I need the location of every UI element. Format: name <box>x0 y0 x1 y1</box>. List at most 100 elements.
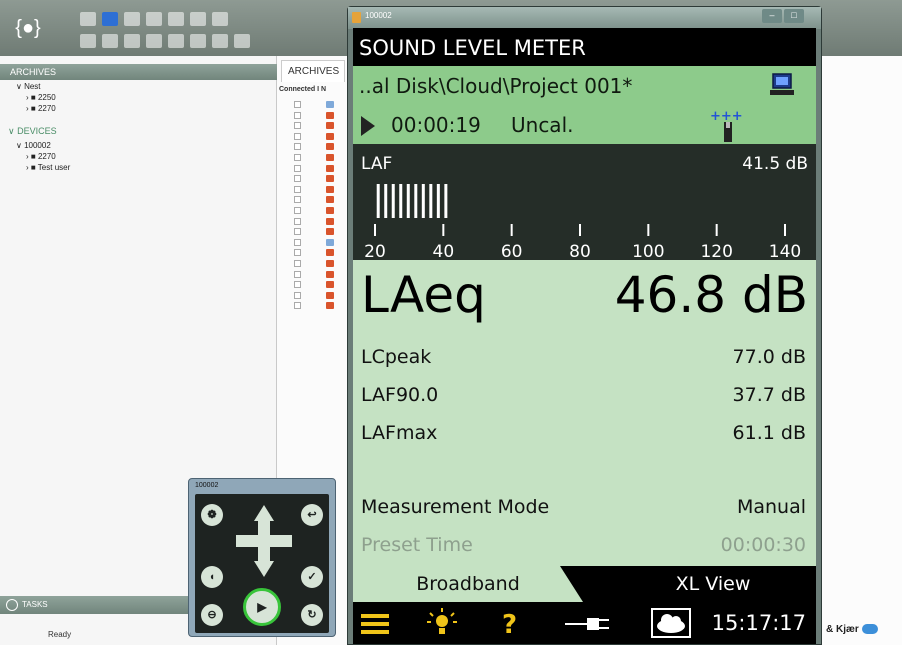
toolbar-button[interactable] <box>190 12 206 26</box>
toolbar-button[interactable] <box>212 34 228 48</box>
row-checkbox[interactable] <box>294 207 301 214</box>
row-checkbox[interactable] <box>294 185 301 193</box>
toolbar-button[interactable] <box>80 12 96 26</box>
fan-key-icon[interactable]: ❁ <box>201 504 223 526</box>
column-i[interactable]: I <box>317 86 319 93</box>
table-row[interactable] <box>294 301 344 311</box>
menu-icon[interactable] <box>359 608 391 638</box>
table-row[interactable] <box>294 291 344 301</box>
row-checkbox[interactable] <box>294 175 301 183</box>
main-parameter: LAeq <box>361 266 486 324</box>
power-plug-icon[interactable] <box>565 608 611 638</box>
measurement-param: LAFmax <box>361 422 438 444</box>
table-row[interactable] <box>294 121 344 131</box>
sound-level-meter-window: 100002 – □ SOUND LEVEL METER ..al Disk\C… <box>347 6 822 645</box>
help-button[interactable] <box>124 12 140 26</box>
measurement-row-laf90[interactable]: LAF90.0 37.7 dB <box>353 384 816 416</box>
row-checkbox[interactable] <box>294 260 301 267</box>
lock-key-icon[interactable]: ◖ <box>201 566 223 588</box>
tree-item-test-user[interactable]: › ■ Test user <box>26 163 70 172</box>
project-path-row[interactable]: ..al Disk\Cloud\Project 001* <box>353 66 816 106</box>
tree-item-label: 2270 <box>37 152 56 161</box>
toolbar-button[interactable] <box>80 34 96 48</box>
tree-item-2270[interactable]: › ■ 2270 <box>26 104 56 113</box>
minimize-button[interactable]: – <box>762 9 782 23</box>
column-n[interactable]: N <box>321 86 326 93</box>
scale-tick <box>647 224 650 236</box>
scale-tick <box>579 224 581 236</box>
row-checkbox[interactable] <box>294 228 301 236</box>
navigation-pad-icon[interactable] <box>236 505 292 577</box>
row-checkbox[interactable] <box>294 196 301 204</box>
toolbar-button[interactable] <box>124 34 140 48</box>
row-checkbox[interactable] <box>294 302 301 310</box>
row-checkbox[interactable] <box>294 154 301 161</box>
table-row[interactable] <box>294 227 344 237</box>
table-row[interactable] <box>294 153 344 163</box>
row-checkbox[interactable] <box>294 143 301 151</box>
cloud-icon[interactable] <box>651 608 691 638</box>
row-checkbox[interactable] <box>294 291 301 299</box>
row-checkbox[interactable] <box>294 164 301 172</box>
toolbar-button[interactable] <box>212 12 228 26</box>
row-checkbox[interactable] <box>294 111 301 119</box>
project-icon <box>326 111 334 119</box>
info-button[interactable] <box>102 12 118 26</box>
row-checkbox[interactable] <box>294 281 301 289</box>
tab-broadband[interactable]: Broadband <box>353 566 583 602</box>
table-row[interactable] <box>294 280 344 290</box>
column-connected[interactable]: Connected <box>279 86 315 93</box>
row-checkbox[interactable] <box>294 249 301 257</box>
tree-item-2250[interactable]: › ■ 2250 <box>26 93 56 102</box>
back-key-icon[interactable]: ↩ <box>301 504 323 526</box>
main-measurement-row[interactable]: LAeq 46.8 dB <box>353 264 816 336</box>
reset-key-icon[interactable]: ↻ <box>301 604 323 626</box>
toolbar-button[interactable] <box>234 34 250 48</box>
measurement-mode-row[interactable]: Measurement Mode Manual <box>353 496 816 528</box>
row-checkbox[interactable] <box>294 122 301 130</box>
table-row[interactable] <box>294 270 344 280</box>
devices-section-header[interactable]: ∨ DEVICES <box>8 126 57 137</box>
tree-item-device[interactable]: ∨ 100002 <box>16 141 51 150</box>
maximize-button[interactable]: □ <box>784 9 804 23</box>
table-row[interactable] <box>294 174 344 184</box>
view-tabs: Broadband XL View <box>353 566 816 602</box>
table-row[interactable] <box>294 206 344 216</box>
row-checkbox[interactable] <box>294 101 301 108</box>
toolbar-button[interactable] <box>146 34 162 48</box>
accept-key-icon[interactable]: ✓ <box>301 566 323 588</box>
table-row[interactable] <box>294 238 344 248</box>
table-row[interactable] <box>294 259 344 269</box>
pause-key-icon[interactable]: ⊖ <box>201 604 223 626</box>
measurement-row-lcpeak[interactable]: LCpeak 77.0 dB <box>353 346 816 378</box>
archives-section-header[interactable]: ARCHIVES <box>0 64 277 80</box>
measurement-row-lafmax[interactable]: LAFmax 61.1 dB <box>353 422 816 454</box>
toolbar-button[interactable] <box>102 34 118 48</box>
row-checkbox[interactable] <box>294 238 301 246</box>
table-row[interactable] <box>294 195 344 205</box>
backlight-icon[interactable] <box>425 608 459 638</box>
row-checkbox[interactable] <box>294 132 301 140</box>
toolbar-button[interactable] <box>146 12 162 26</box>
row-checkbox[interactable] <box>294 270 301 278</box>
start-pause-key-icon[interactable]: ▶ <box>243 588 281 626</box>
table-row[interactable] <box>294 185 344 195</box>
tab-xl-view[interactable]: XL View <box>613 566 813 602</box>
tree-item-nest[interactable]: ∨ Nest <box>16 82 41 91</box>
help-icon[interactable]: ? <box>499 608 523 638</box>
toolbar-button[interactable] <box>168 12 184 26</box>
table-row[interactable] <box>294 248 344 258</box>
table-row[interactable] <box>294 100 344 110</box>
table-row[interactable] <box>294 217 344 227</box>
table-row[interactable] <box>294 132 344 142</box>
svg-text:+++: +++ <box>710 109 743 124</box>
table-row[interactable] <box>294 142 344 152</box>
row-checkbox[interactable] <box>294 217 301 225</box>
table-row[interactable] <box>294 164 344 174</box>
tree-item-device-2270[interactable]: › ■ 2270 <box>26 152 56 161</box>
tab-archives[interactable]: ARCHIVES <box>281 60 345 82</box>
toolbar-button[interactable] <box>190 34 206 48</box>
table-row[interactable] <box>294 111 344 121</box>
slm-titlebar[interactable]: 100002 – □ <box>348 7 821 29</box>
cloud-button[interactable] <box>168 34 184 48</box>
